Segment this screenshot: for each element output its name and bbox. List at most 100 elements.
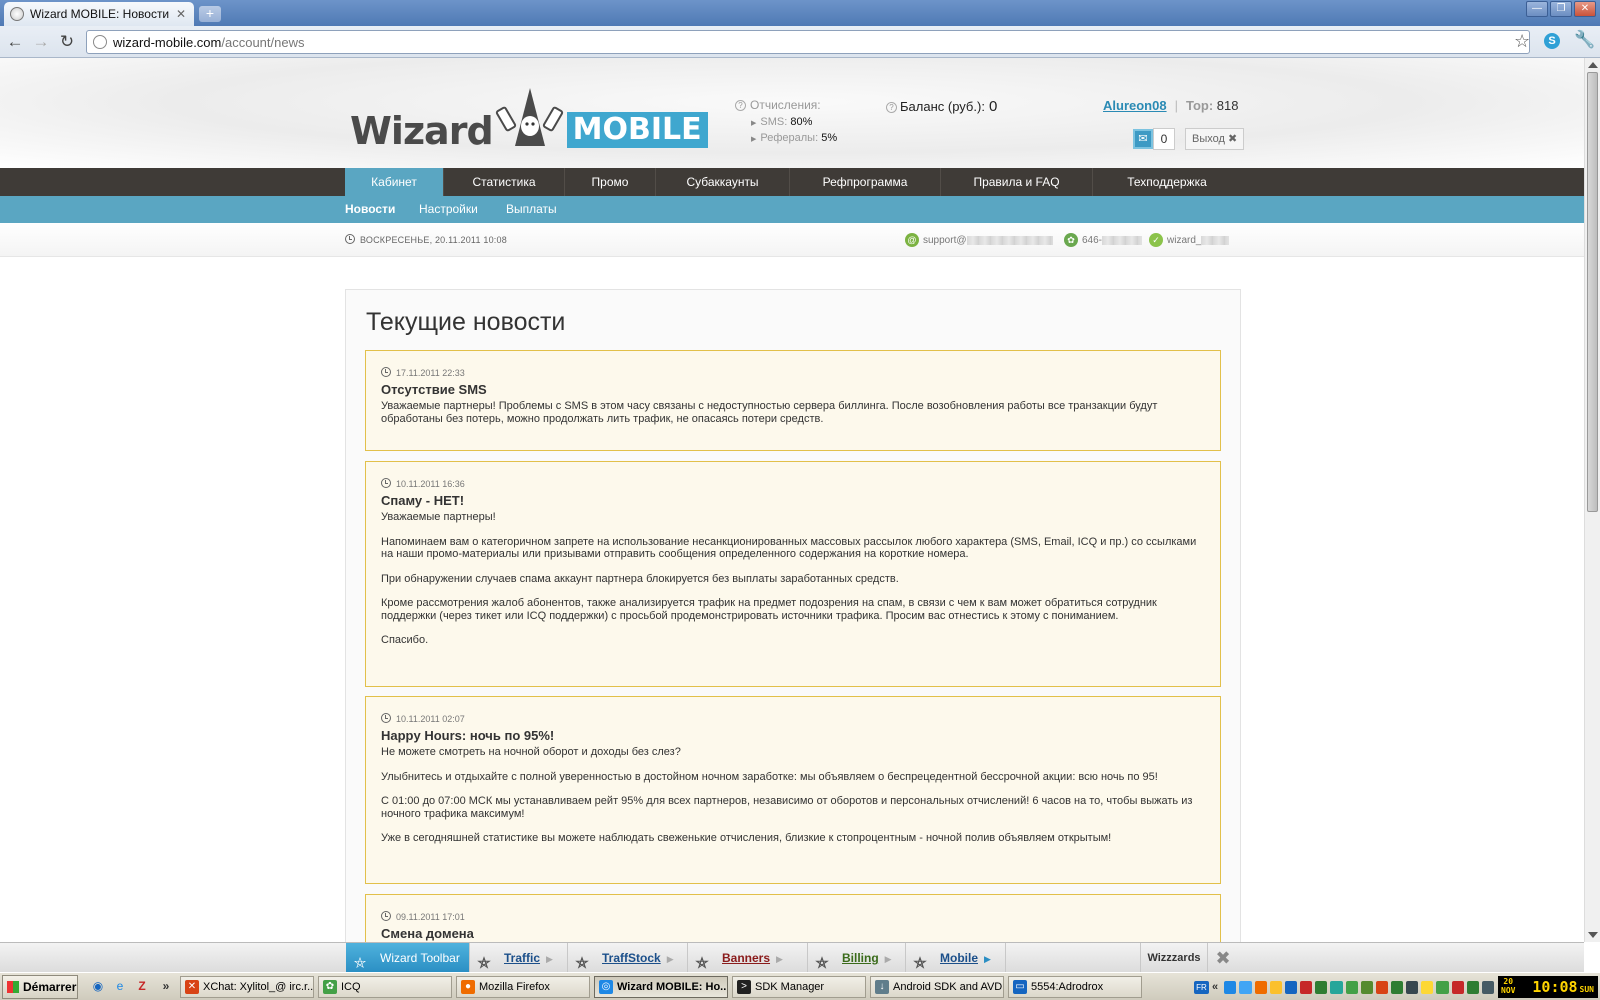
taskbar-chrome[interactable]: ◎ Wizard MOBILE: Но... — [594, 976, 728, 998]
window-icon: ▭ — [1013, 980, 1027, 994]
news-title: Отсутствие SMS — [381, 382, 487, 397]
balance-panel: ? Баланс (руб.): 0 — [886, 98, 997, 115]
new-tab-button[interactable]: + — [199, 6, 221, 22]
tray-sync-icon[interactable] — [1239, 980, 1252, 994]
tray-bluetooth-icon[interactable] — [1284, 980, 1298, 994]
nav-item-promo[interactable]: Промо — [565, 168, 656, 196]
taskbar-xchat[interactable]: ✕ XChat: Xylitol_@ irc.r... — [180, 976, 314, 998]
contact-skype: ✓ wizard_ — [1149, 233, 1230, 247]
mail-count: 0 — [1153, 128, 1175, 150]
quicklaunch-more-icon[interactable]: » — [158, 978, 174, 994]
news-content: Текущие новости 17.11.2011 22:33 Отсутст… — [345, 289, 1241, 942]
scroll-down-arrow-icon[interactable] — [1588, 932, 1598, 938]
browser-tabstrip: Wizard MOBILE: Новости ✕ + — ❐ ✕ — [0, 0, 1600, 26]
close-window-icon[interactable]: ✕ — [1574, 1, 1596, 17]
nav-item-cabinet[interactable]: Кабинет — [345, 168, 444, 196]
toolbar-close-icon[interactable]: ✖ — [1213, 948, 1233, 968]
scroll-up-arrow-icon[interactable] — [1588, 62, 1598, 68]
help-icon[interactable]: ? — [735, 100, 746, 112]
nav-item-rules-faq[interactable]: Правила и FAQ — [941, 168, 1093, 196]
windows-flag-icon — [7, 981, 19, 993]
subnav-payouts[interactable]: Выплаты — [506, 196, 557, 223]
tray-network-icon[interactable] — [1224, 980, 1237, 994]
nav-item-support[interactable]: Техподдержка — [1093, 168, 1241, 196]
tray-volume-icon[interactable] — [1481, 980, 1495, 994]
skype-extension-icon[interactable]: S — [1544, 33, 1560, 49]
current-date: ВОСКРЕСЕНЬЕ, 20.11.2011 10:08 — [345, 234, 507, 245]
quicklaunch-filezilla-icon[interactable]: Z — [134, 978, 150, 994]
quicklaunch-ie-icon[interactable]: e — [112, 978, 128, 994]
toolbar-mobile[interactable]: ⛤ Mobile ▶ — [906, 943, 1006, 973]
mail-icon[interactable]: ✉ — [1133, 129, 1153, 149]
logout-button[interactable]: Выход ✖ — [1185, 128, 1245, 150]
language-indicator[interactable]: FR — [1194, 980, 1209, 994]
page-scrollbar[interactable] — [1584, 58, 1600, 942]
toolbar-banners-label: Banners — [722, 951, 771, 965]
tray-app-icon[interactable] — [1254, 980, 1267, 994]
clock-month: NOV — [1501, 986, 1516, 995]
restore-icon[interactable]: ❐ — [1550, 1, 1572, 17]
wizzzards-button[interactable]: Wizzzards — [1140, 943, 1208, 973]
minimize-icon[interactable]: — — [1526, 1, 1548, 17]
news-date-text: 17.11.2011 22:33 — [396, 368, 465, 378]
clock-icon — [381, 478, 391, 488]
url-path: /account/news — [221, 34, 305, 50]
taskbar-icq[interactable]: ✿ ICQ — [318, 976, 452, 998]
nav-item-statistics[interactable]: Статистика — [444, 168, 565, 196]
taskbar-firefox[interactable]: ● Mozilla Firefox — [456, 976, 590, 998]
nav-item-referral[interactable]: Рефпрограмма — [790, 168, 941, 196]
help-icon[interactable]: ? — [886, 102, 897, 114]
bookmark-star-icon[interactable]: ☆ — [1514, 31, 1530, 52]
nav-item-subaccounts[interactable]: Субаккаунты — [656, 168, 790, 196]
username-link[interactable]: Alureon08 — [1103, 98, 1167, 113]
tray-check-icon[interactable] — [1436, 980, 1449, 994]
tray-u-icon[interactable] — [1391, 980, 1404, 994]
reload-icon[interactable]: ↻ — [56, 31, 78, 53]
forward-arrow-icon[interactable]: → — [30, 31, 52, 53]
tray-xchat-icon[interactable] — [1375, 980, 1389, 994]
tray-app2-icon[interactable] — [1466, 980, 1479, 994]
site-logo[interactable]: Wizard MOBILE — [350, 86, 708, 152]
tray-x-icon[interactable] — [1451, 980, 1464, 994]
toolbar-billing[interactable]: ⛤ Billing ▶ — [808, 943, 906, 973]
toolbar-traffic[interactable]: ⛤ Traffic ▶ — [470, 943, 568, 973]
taskbar-sdk-manager[interactable]: > SDK Manager — [732, 976, 866, 998]
subnav-news[interactable]: Новости — [345, 196, 395, 223]
tray-leaf-icon[interactable] — [1360, 980, 1373, 994]
chevron-right-icon: ▶ — [884, 954, 892, 964]
tray-monitor-icon[interactable] — [1406, 980, 1419, 994]
email-text: support@ — [923, 234, 967, 246]
top-value: 818 — [1216, 98, 1239, 113]
back-arrow-icon[interactable]: ← — [4, 31, 26, 53]
tray-v2-icon[interactable] — [1315, 980, 1328, 994]
tray-expand-icon[interactable]: « — [1212, 981, 1221, 994]
wrench-menu-icon[interactable]: 🔧 — [1574, 30, 1595, 50]
tab-close-icon[interactable]: ✕ — [174, 7, 188, 21]
logo-badge: MOBILE — [566, 112, 708, 148]
news-paragraph: Уважаемые партнеры! — [381, 511, 496, 523]
scroll-thumb[interactable] — [1587, 72, 1598, 512]
tray-folder-icon[interactable] — [1269, 980, 1282, 994]
page-title: Текущие новости — [366, 308, 566, 336]
quicklaunch-globe-icon[interactable]: ◉ — [90, 978, 106, 994]
toolbar-traffstock[interactable]: ⛤ TraffStock ▶ — [568, 943, 688, 973]
icq-flower-icon: ✿ — [323, 980, 337, 994]
toolbar-banners[interactable]: ⛤ Banners ▶ — [688, 943, 808, 973]
start-button[interactable]: Démarrer — [2, 975, 78, 999]
browser-tab-active[interactable]: Wizard MOBILE: Новости ✕ — [4, 2, 194, 26]
address-bar[interactable]: wizard-mobile.com/account/news — [86, 30, 1530, 54]
redacted-block — [966, 235, 1053, 245]
subnav-settings[interactable]: Настройки — [419, 196, 478, 223]
chevron-right-icon: ▶ — [546, 954, 553, 964]
taskbar-emulator[interactable]: ▭ 5554:Adrodrox — [1008, 976, 1142, 998]
taskbar-avd-manager[interactable]: ↓ Android SDK and AVD ... — [870, 976, 1004, 998]
console-icon: > — [737, 980, 751, 994]
referrals-label: Рефералы: — [760, 132, 819, 144]
tray-shield-icon[interactable] — [1300, 980, 1313, 994]
tray-skype-icon[interactable] — [1330, 980, 1343, 994]
tray-icq-icon[interactable] — [1345, 980, 1358, 994]
wizard-toolbar-main[interactable]: ⛤ Wizard Toolbar — [346, 943, 470, 973]
tray-warning-icon[interactable] — [1421, 980, 1434, 994]
system-clock[interactable]: 20 NOV 10:08 SUN — [1498, 976, 1598, 998]
news-title: Happy Hours: ночь по 95%! — [381, 728, 555, 743]
